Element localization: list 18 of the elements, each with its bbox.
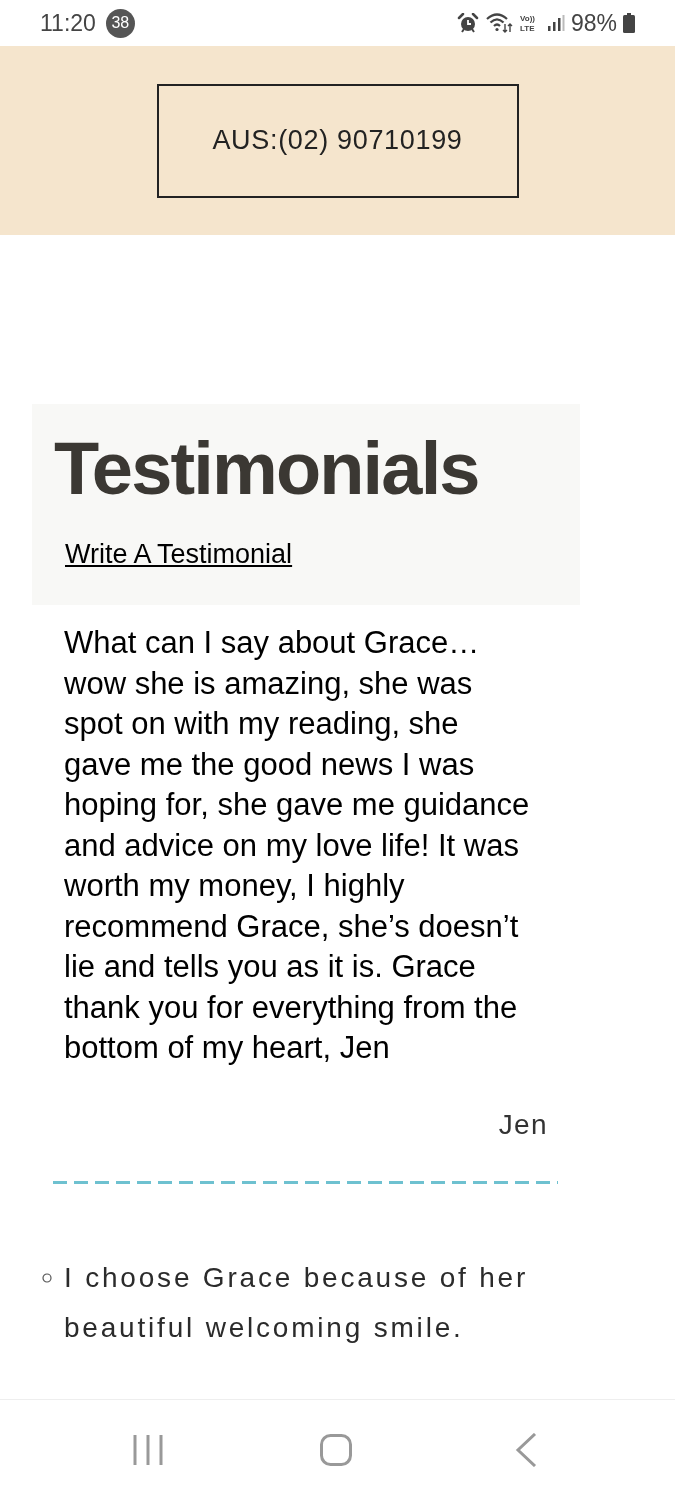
notification-count-badge: 38 <box>105 8 135 38</box>
back-icon[interactable] <box>515 1433 537 1467</box>
battery-percentage: 98% <box>570 8 617 38</box>
battery-icon <box>623 13 635 33</box>
testimonial-author: Jen <box>498 1107 548 1142</box>
write-testimonial-link[interactable]: Write A Testimonial <box>65 538 293 570</box>
phone-number-button[interactable]: AUS:(02) 90710199 <box>156 83 519 198</box>
signal-icon <box>546 14 565 32</box>
status-time: 11:20 <box>40 8 96 38</box>
testimonials-heading: Testimonials <box>54 426 479 512</box>
list-item-text: I choose Grace because of her beautiful welcoming smile. <box>64 1260 530 1345</box>
testimonial-text: What can I say about Grace… wow she is amazing, she was spot on with my reading, she gave me the good news I was hoping for, she gave me guidance and advice on my love life! It was worth my money, I highly recommend Grace, she’s doesn’t lie and tells you as it is. Grace thank you for everything from the bottom of my heart, Jen <box>64 624 531 1067</box>
home-icon[interactable] <box>320 1434 352 1466</box>
wifi-icon <box>484 12 513 34</box>
recent-apps-icon[interactable] <box>133 1435 163 1465</box>
alarm-clock-icon <box>456 13 479 33</box>
list-bullet-icon <box>42 1272 52 1283</box>
volte-indicator: Vo)) LTE <box>518 13 541 33</box>
